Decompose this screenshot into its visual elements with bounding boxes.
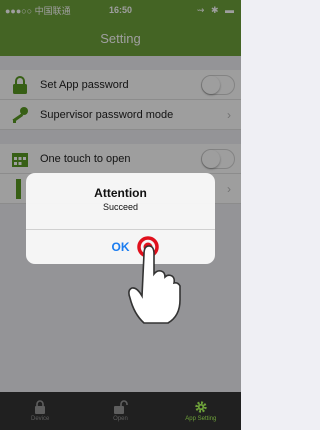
alert-message: Succeed <box>102 202 139 212</box>
gear-icon <box>195 401 207 413</box>
padlock-icon <box>35 400 46 414</box>
tab-label: Open <box>113 416 128 422</box>
unlock-icon <box>114 400 129 414</box>
tab-open[interactable]: Open <box>80 392 160 430</box>
tap-hand-icon <box>128 236 181 324</box>
tab-label: Device <box>30 416 50 422</box>
tab-device[interactable]: Device <box>0 392 80 430</box>
alert-title: Attention <box>94 186 147 200</box>
tab-label: App Setting <box>185 416 217 422</box>
tab-app-setting[interactable]: App Setting <box>161 392 241 430</box>
tab-bar: Device Open App Setting <box>0 392 241 430</box>
